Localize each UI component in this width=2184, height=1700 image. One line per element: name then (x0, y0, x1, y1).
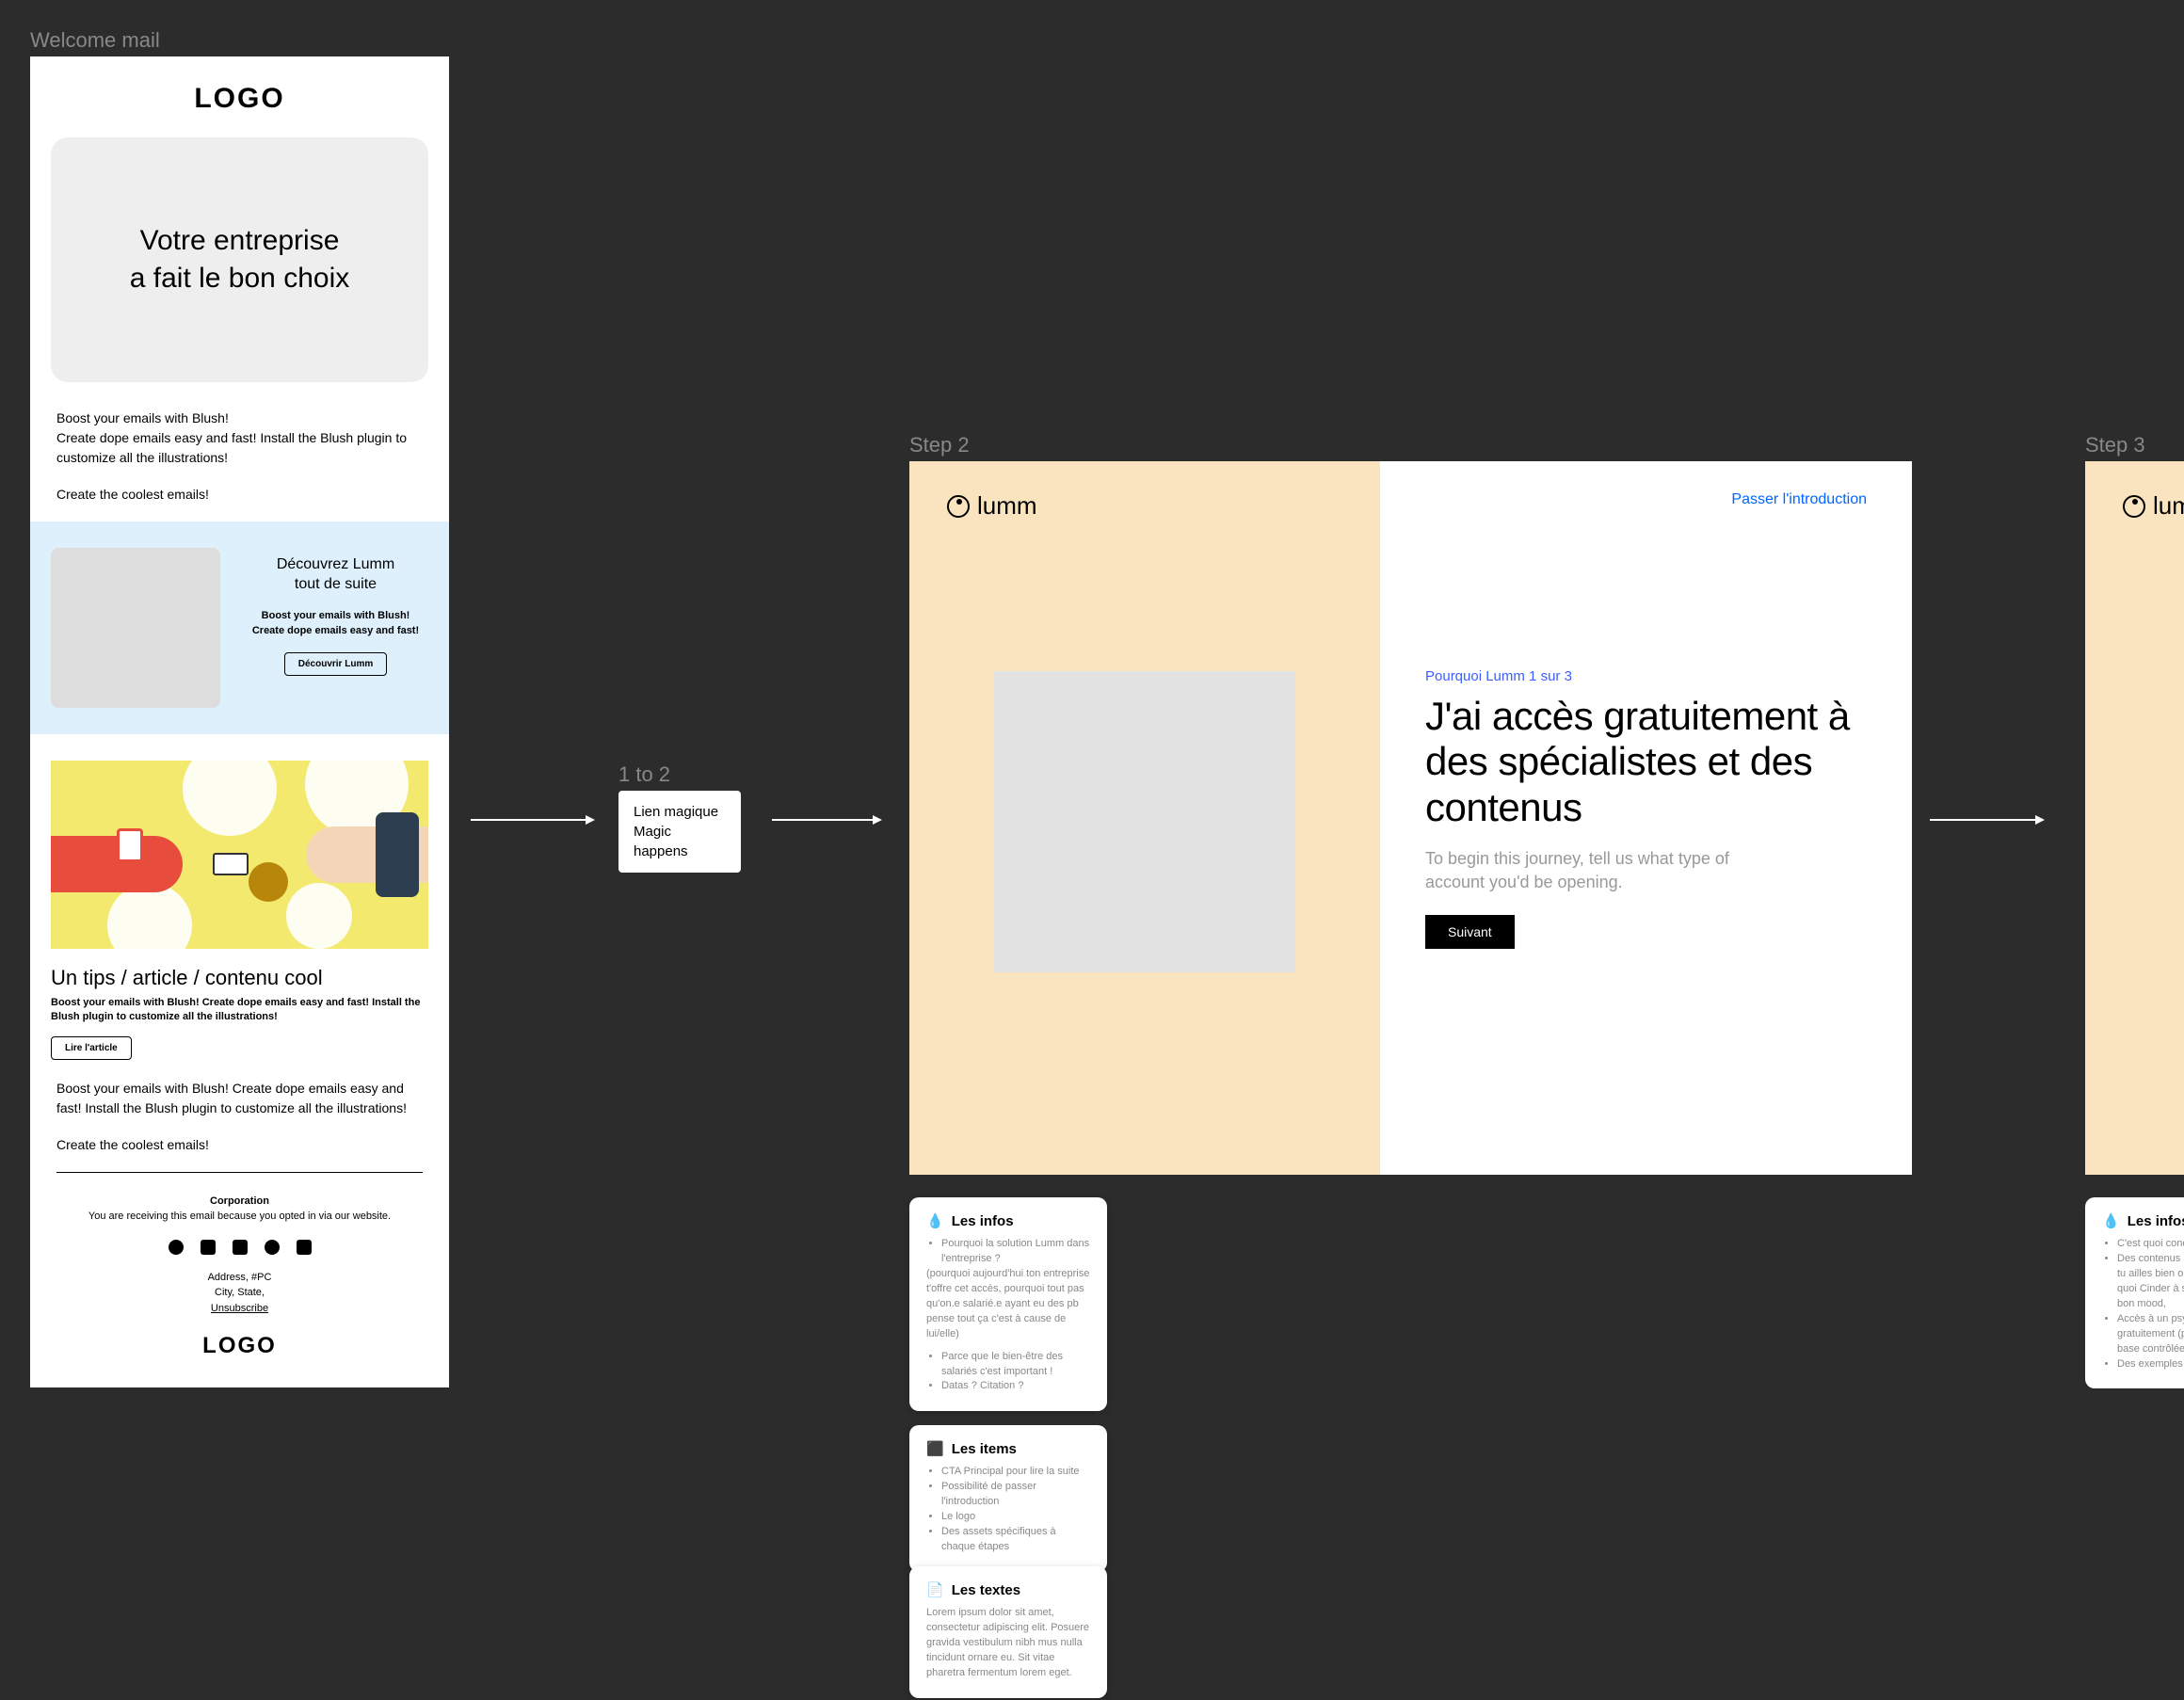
info-card-infos: 💧 Les infos Pourquoi la solution Lumm da… (909, 1197, 1107, 1411)
lumm-logo: lumm (947, 491, 1342, 521)
card-title: 💧 Les infos (926, 1212, 1090, 1229)
discover-title: Découvrez Lumm tout de suite (243, 555, 428, 595)
info-card-infos-step3: 💧 Les infos C'est quoi concrètement Lumm… (2085, 1197, 2184, 1388)
unsubscribe-link[interactable]: Unsubscribe (56, 1301, 423, 1317)
step2-content: Pourquoi Lumm 1 sur 3 J'ai accès gratuit… (1425, 668, 1867, 949)
intro-text: Boost your emails with Blush! Create dop… (56, 409, 423, 505)
step3-frame: Step 3 lumm (2085, 433, 2184, 1175)
discover-subtitle: Boost your emails with Blush! Create dop… (243, 608, 428, 639)
step3-screen: lumm (2085, 461, 2184, 1175)
card-list: C'est quoi concrètement Lumm Des contenu… (2102, 1237, 2184, 1371)
frame-label: Step 3 (2085, 433, 2184, 457)
footer: Corporation You are receiving this email… (30, 1186, 449, 1232)
repeat-text: Boost your emails with Blush! Create dop… (56, 1079, 423, 1155)
article-title: Un tips / article / contenu cool (51, 966, 428, 990)
document-icon: 📄 (926, 1581, 944, 1598)
toggle-icon: ⬛ (926, 1440, 944, 1457)
drop-icon: 💧 (2102, 1212, 2120, 1229)
arrow-icon (1930, 819, 2043, 821)
card-title: 💧 Les infos (2102, 1212, 2184, 1229)
article-subtitle: Boost your emails with Blush! Create dop… (51, 996, 428, 1025)
dribbble-icon[interactable] (265, 1240, 280, 1255)
transition-frame: 1 to 2 Lien magique Magic happens (618, 762, 741, 873)
discover-image-placeholder (51, 548, 220, 708)
discover-button[interactable]: Découvrir Lumm (284, 652, 387, 676)
card-list: CTA Principal pour lire la suite Possibi… (926, 1465, 1090, 1555)
step2-description: To begin this journey, tell us what type… (1425, 847, 1755, 894)
card-title: ⬛ Les items (926, 1440, 1090, 1457)
youtube-icon[interactable] (233, 1240, 248, 1255)
card-paragraph: Lorem ipsum dolor sit amet, consectetur … (926, 1606, 1090, 1681)
drop-icon: 💧 (926, 1212, 944, 1229)
step3-infos-clip: 💧 Les infos C'est quoi concrètement Lumm… (2085, 1197, 2184, 1388)
card-list: Pourquoi la solution Lumm dans l'entrepr… (926, 1237, 1090, 1267)
article-illustration (51, 761, 428, 949)
instagram-icon[interactable] (201, 1240, 216, 1255)
frame-label: 1 to 2 (618, 762, 741, 787)
step2-frame: Step 2 lumm Passer l'introduction Pourqu… (909, 433, 1912, 1175)
arrow-icon (772, 819, 880, 821)
footer-address: Address, #PC City, State, Unsubscribe (30, 1262, 449, 1324)
transition-node: Lien magique Magic happens (618, 791, 741, 873)
step-counter: Pourquoi Lumm 1 sur 3 (1425, 668, 1867, 684)
divider (56, 1172, 423, 1173)
arrow-icon (471, 819, 593, 821)
discover-section: Découvrez Lumm tout de suite Boost your … (30, 521, 449, 734)
step2-right-panel: Passer l'introduction Pourquoi Lumm 1 su… (1380, 461, 1912, 1175)
skip-intro-link[interactable]: Passer l'introduction (1425, 491, 1867, 508)
info-card-textes: 📄 Les textes Lorem ipsum dolor sit amet,… (909, 1566, 1107, 1698)
linkedin-icon[interactable] (297, 1240, 312, 1255)
next-button[interactable]: Suivant (1425, 915, 1515, 949)
email-body: LOGO Votre entreprise a fait le bon choi… (30, 56, 449, 1387)
step2-left-panel: lumm (909, 461, 1380, 1175)
card-list: Parce que le bien-être des salariés c'es… (926, 1350, 1090, 1395)
lumm-icon (947, 495, 970, 518)
discover-content: Découvrez Lumm tout de suite Boost your … (243, 548, 428, 676)
info-card-items: ⬛ Les items CTA Principal pour lire la s… (909, 1425, 1107, 1572)
welcome-mail-frame: Welcome mail LOGO Votre entreprise a fai… (30, 28, 449, 1387)
social-links (30, 1232, 449, 1262)
step2-screen: lumm Passer l'introduction Pourquoi Lumm… (909, 461, 1912, 1175)
footer-opt: You are receiving this email because you… (56, 1209, 423, 1225)
article-section: Un tips / article / contenu cool Boost y… (30, 734, 449, 1079)
footer-corp: Corporation (56, 1194, 423, 1210)
frame-label: Welcome mail (30, 28, 449, 53)
card-title: 📄 Les textes (926, 1581, 1090, 1598)
logo-bottom: LOGO (30, 1323, 449, 1369)
image-placeholder (994, 671, 1295, 972)
lumm-logo: lumm (2123, 491, 2184, 521)
step2-heading: J'ai accès gratuitement à des spécialist… (1425, 694, 1867, 830)
twitter-icon[interactable] (169, 1240, 184, 1255)
hero-box: Votre entreprise a fait le bon choix (51, 137, 428, 382)
card-subtext: (pourquoi aujourd'hui ton entreprise t'o… (926, 1267, 1090, 1342)
frame-label: Step 2 (909, 433, 1912, 457)
lumm-icon (2123, 495, 2145, 518)
hero-text: Votre entreprise a fait le bon choix (130, 222, 349, 298)
step3-left-panel: lumm (2085, 461, 2184, 1175)
read-article-button[interactable]: Lire l'article (51, 1036, 132, 1060)
logo-top: LOGO (30, 75, 449, 130)
